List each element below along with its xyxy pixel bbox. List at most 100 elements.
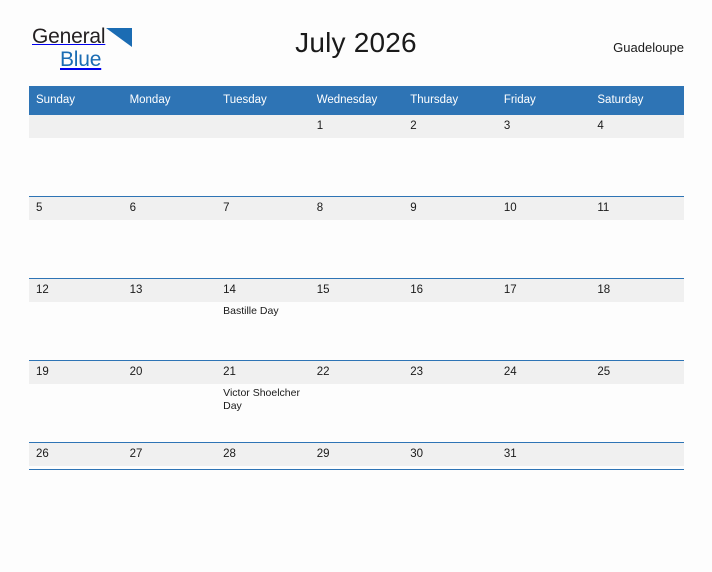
weekday-header-wednesday: Wednesday bbox=[309, 86, 404, 115]
calendar-day-cell[interactable]: 11 bbox=[590, 196, 684, 279]
day-events bbox=[29, 138, 123, 141]
day-cell-inner: 2 bbox=[403, 115, 497, 196]
calendar-day-cell[interactable]: 16 bbox=[403, 278, 497, 361]
day-cell-inner: 1 bbox=[309, 115, 404, 196]
calendar-day-cell[interactable] bbox=[29, 114, 123, 197]
calendar-day-cell[interactable]: 8 bbox=[309, 196, 404, 279]
day-cell-inner: 17 bbox=[496, 279, 591, 360]
day-events bbox=[497, 220, 591, 223]
day-events bbox=[310, 466, 404, 469]
calendar-day-cell[interactable]: 13 bbox=[122, 278, 217, 361]
day-cell-inner: 7 bbox=[216, 197, 310, 278]
day-cell-inner: 21 Victor Shoelcher Day bbox=[216, 361, 310, 442]
day-events bbox=[590, 220, 684, 223]
day-events bbox=[403, 138, 497, 141]
day-number: 15 bbox=[309, 279, 404, 302]
calendar-week-row: 12 13 14 Bastille Day 15 16 17 18 bbox=[29, 278, 684, 361]
day-events bbox=[216, 220, 310, 223]
calendar-day-cell[interactable]: 29 bbox=[309, 442, 404, 470]
calendar-day-cell[interactable]: 1 bbox=[309, 114, 404, 197]
calendar-day-cell[interactable]: 5 bbox=[29, 196, 123, 279]
calendar-day-cell[interactable]: 9 bbox=[403, 196, 497, 279]
calendar-day-cell[interactable]: 21 Victor Shoelcher Day bbox=[216, 360, 310, 443]
calendar-day-cell[interactable]: 19 bbox=[29, 360, 123, 443]
calendar-day-cell[interactable]: 17 bbox=[496, 278, 591, 361]
day-events bbox=[310, 220, 404, 223]
calendar-day-cell[interactable]: 10 bbox=[496, 196, 591, 279]
day-number: 30 bbox=[403, 443, 497, 466]
calendar-day-cell[interactable]: 31 bbox=[496, 442, 591, 470]
day-events bbox=[590, 302, 684, 305]
day-cell-inner: 4 bbox=[590, 115, 684, 196]
weekday-header-sunday: Sunday bbox=[29, 86, 123, 115]
calendar-day-cell[interactable]: 14 Bastille Day bbox=[216, 278, 310, 361]
day-events bbox=[590, 384, 684, 387]
calendar-day-cell[interactable] bbox=[216, 114, 310, 197]
day-events bbox=[216, 466, 310, 469]
day-number: 28 bbox=[216, 443, 310, 466]
calendar-day-cell[interactable] bbox=[590, 442, 684, 470]
calendar-table: Sunday Monday Tuesday Wednesday Thursday… bbox=[29, 86, 684, 470]
day-events bbox=[310, 384, 404, 387]
day-cell-inner: 6 bbox=[122, 197, 217, 278]
day-cell-inner: 23 bbox=[403, 361, 497, 442]
day-events bbox=[497, 138, 591, 141]
day-events bbox=[403, 220, 497, 223]
day-events bbox=[497, 384, 591, 387]
day-number: 4 bbox=[590, 115, 684, 138]
calendar-day-cell[interactable]: 26 bbox=[29, 442, 123, 470]
day-number: 27 bbox=[122, 443, 217, 466]
calendar-day-cell[interactable]: 30 bbox=[403, 442, 497, 470]
day-number: 12 bbox=[29, 279, 123, 302]
calendar-week-row: 5 6 7 8 9 10 11 bbox=[29, 196, 684, 279]
calendar-day-cell[interactable]: 22 bbox=[309, 360, 404, 443]
day-cell-inner: 25 bbox=[590, 361, 684, 442]
day-cell-inner: 26 bbox=[29, 443, 123, 469]
day-number: 29 bbox=[309, 443, 404, 466]
day-number: 23 bbox=[403, 361, 497, 384]
day-cell-inner: 28 bbox=[216, 443, 310, 469]
calendar-day-cell[interactable]: 7 bbox=[216, 196, 310, 279]
calendar-day-cell[interactable]: 28 bbox=[216, 442, 310, 470]
day-cell-inner: 27 bbox=[122, 443, 217, 469]
day-number: 8 bbox=[309, 197, 404, 220]
day-cell-inner: 9 bbox=[403, 197, 497, 278]
calendar-day-cell[interactable]: 6 bbox=[122, 196, 217, 279]
day-number: 22 bbox=[309, 361, 404, 384]
day-number: 31 bbox=[496, 443, 591, 466]
day-events bbox=[403, 384, 497, 387]
calendar-day-cell[interactable]: 18 bbox=[590, 278, 684, 361]
page-header: General Blue July 2026 Guadeloupe bbox=[28, 22, 684, 74]
day-events bbox=[403, 466, 497, 469]
calendar-day-cell[interactable]: 4 bbox=[590, 114, 684, 197]
day-number: 20 bbox=[122, 361, 217, 384]
day-cell-inner: 13 bbox=[122, 279, 217, 360]
calendar-day-cell[interactable]: 12 bbox=[29, 278, 123, 361]
day-events: Bastille Day bbox=[216, 302, 310, 318]
calendar-day-cell[interactable]: 25 bbox=[590, 360, 684, 443]
day-event-label: Victor Shoelcher Day bbox=[223, 387, 300, 412]
day-cell-inner: 15 bbox=[309, 279, 404, 360]
day-cell-inner bbox=[122, 115, 217, 196]
day-events bbox=[590, 466, 684, 469]
calendar-day-cell[interactable] bbox=[122, 114, 217, 197]
day-cell-inner: 8 bbox=[309, 197, 404, 278]
day-number: 3 bbox=[496, 115, 591, 138]
day-number: 25 bbox=[590, 361, 684, 384]
day-events bbox=[123, 466, 217, 469]
calendar-day-cell[interactable]: 3 bbox=[496, 114, 591, 197]
day-event-label: Bastille Day bbox=[223, 305, 279, 317]
calendar-day-cell[interactable]: 15 bbox=[309, 278, 404, 361]
calendar-day-cell[interactable]: 2 bbox=[403, 114, 497, 197]
day-cell-inner: 14 Bastille Day bbox=[216, 279, 310, 360]
day-events bbox=[403, 302, 497, 305]
day-number: 5 bbox=[29, 197, 123, 220]
calendar-week-row: 19 20 21 Victor Shoelcher Day 22 23 24 25 bbox=[29, 360, 684, 443]
calendar-day-cell[interactable]: 20 bbox=[122, 360, 217, 443]
day-number: 2 bbox=[403, 115, 497, 138]
calendar-day-cell[interactable]: 24 bbox=[496, 360, 591, 443]
day-cell-inner: 20 bbox=[122, 361, 217, 442]
calendar-day-cell[interactable]: 27 bbox=[122, 442, 217, 470]
calendar-day-cell[interactable]: 23 bbox=[403, 360, 497, 443]
day-cell-inner: 19 bbox=[29, 361, 123, 442]
